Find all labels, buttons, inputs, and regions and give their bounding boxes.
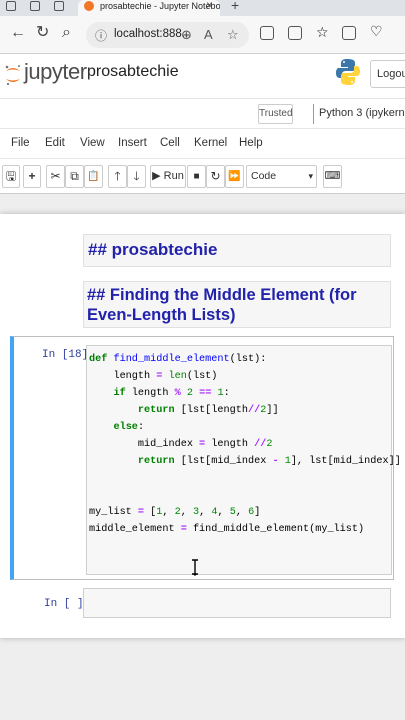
insert-cell-icon[interactable]: + bbox=[23, 165, 41, 188]
url-text: localhost:888... bbox=[114, 28, 192, 40]
text-cursor-icon bbox=[192, 559, 198, 576]
reload-icon[interactable]: ↻ bbox=[36, 24, 49, 42]
cell-type-select[interactable]: Code ▾ bbox=[246, 165, 317, 188]
copy-icon[interactable]: ⧉ bbox=[65, 165, 84, 188]
menu-kernel[interactable]: Kernel bbox=[194, 137, 227, 149]
jupyter-logo-icon[interactable] bbox=[4, 62, 22, 88]
favorite-star-icon[interactable]: ☆ bbox=[227, 27, 239, 43]
chevron-down-icon: ▾ bbox=[308, 171, 313, 181]
code-text: def find_middle_element(lst): length = l… bbox=[89, 354, 401, 535]
run-button[interactable]: ▶ Run bbox=[150, 165, 186, 188]
cut-icon[interactable]: ✂ bbox=[46, 165, 65, 188]
tab-actions-icon[interactable] bbox=[54, 1, 64, 11]
kernel-status-row: Trusted Python 3 (ipykernel) bbox=[0, 98, 405, 128]
menu-edit[interactable]: Edit bbox=[45, 137, 65, 149]
notebook-toolbar: 🖫 + ✂ ⧉ 📋 🡑 🡓 ▶ Run ■ ↻ ⏩ Code ▾ ⌨ bbox=[0, 158, 405, 194]
tab-close-icon[interactable]: × bbox=[206, 0, 213, 12]
collections-icon[interactable] bbox=[30, 1, 40, 11]
profile-icon[interactable] bbox=[6, 1, 16, 11]
read-aloud-icon[interactable]: A bbox=[204, 27, 213, 42]
browser-address-bar: ← ↻ ⌕ ⓘ localhost:888... ⊕ A ☆ ☆ ♡ bbox=[0, 16, 405, 54]
trusted-badge[interactable]: Trusted bbox=[258, 104, 293, 124]
split-screen-icon[interactable] bbox=[288, 26, 302, 40]
menu-bar: File Edit View Insert Cell Kernel Help bbox=[0, 128, 405, 158]
browser-essentials-icon[interactable]: ♡ bbox=[370, 23, 384, 39]
code-cell-selected[interactable]: In [18]: def find_middle_element(lst): l… bbox=[10, 336, 401, 580]
jupyter-logo-text[interactable]: jupyter bbox=[24, 59, 87, 85]
cell-type-value: Code bbox=[251, 170, 277, 182]
markdown-cell-1-text: ## prosabtechie bbox=[88, 240, 218, 259]
new-tab-button[interactable]: + bbox=[231, 0, 239, 13]
favorites-icon[interactable]: ☆ bbox=[316, 24, 330, 40]
site-info-icon[interactable]: ⓘ bbox=[95, 27, 107, 44]
zoom-icon[interactable]: ⊕ bbox=[181, 27, 192, 43]
notebook-title[interactable]: prosabtechie bbox=[87, 63, 179, 81]
restart-run-all-icon[interactable]: ⏩ bbox=[225, 165, 244, 188]
menu-file[interactable]: File bbox=[11, 137, 30, 149]
browser-tab-active[interactable]: prosabtechie - Jupyter Notebook bbox=[78, 0, 220, 16]
menu-cell[interactable]: Cell bbox=[160, 137, 180, 149]
restart-icon[interactable]: ↻ bbox=[206, 165, 225, 188]
back-icon[interactable]: ← bbox=[10, 24, 26, 42]
url-field[interactable]: ⓘ localhost:888... ⊕ A ☆ bbox=[86, 22, 249, 48]
command-palette-icon[interactable]: ⌨ bbox=[323, 165, 342, 188]
menu-insert[interactable]: Insert bbox=[118, 137, 147, 149]
kernel-divider bbox=[313, 104, 314, 124]
markdown-cell-2[interactable]: ## Finding the Middle Element (for Even-… bbox=[83, 281, 391, 328]
interrupt-icon[interactable]: ■ bbox=[187, 165, 206, 188]
extensions-icon[interactable] bbox=[260, 26, 274, 40]
move-down-icon[interactable]: 🡓 bbox=[127, 165, 146, 188]
code-editor[interactable]: def find_middle_element(lst): length = l… bbox=[86, 345, 401, 576]
jupyter-favicon-icon bbox=[84, 1, 94, 11]
save-icon[interactable]: 🖫 bbox=[2, 165, 20, 188]
markdown-cell-1[interactable]: ## prosabtechie bbox=[83, 234, 391, 267]
menu-help[interactable]: Help bbox=[239, 137, 263, 149]
move-up-icon[interactable]: 🡑 bbox=[108, 165, 127, 188]
browser-tab-bar: prosabtechie - Jupyter Notebook × + bbox=[0, 0, 405, 16]
logout-button[interactable]: Logout bbox=[370, 60, 405, 88]
search-icon[interactable]: ⌕ bbox=[62, 24, 71, 42]
jupyter-header: jupyter prosabtechie Logout bbox=[0, 54, 405, 98]
paste-icon[interactable]: 📋 bbox=[84, 165, 103, 188]
markdown-cell-2-text: ## Finding the Middle Element (for Even-… bbox=[87, 286, 357, 324]
menu-view[interactable]: View bbox=[80, 137, 105, 149]
empty-code-cell[interactable] bbox=[83, 588, 391, 618]
notebook-container: ## prosabtechie ## Finding the Middle El… bbox=[0, 214, 405, 638]
kernel-name[interactable]: Python 3 (ipykernel) bbox=[319, 107, 405, 119]
python-logo-icon bbox=[336, 59, 360, 85]
tab-title: prosabtechie - Jupyter Notebook bbox=[100, 1, 220, 11]
collections-toolbar-icon[interactable] bbox=[342, 26, 356, 40]
